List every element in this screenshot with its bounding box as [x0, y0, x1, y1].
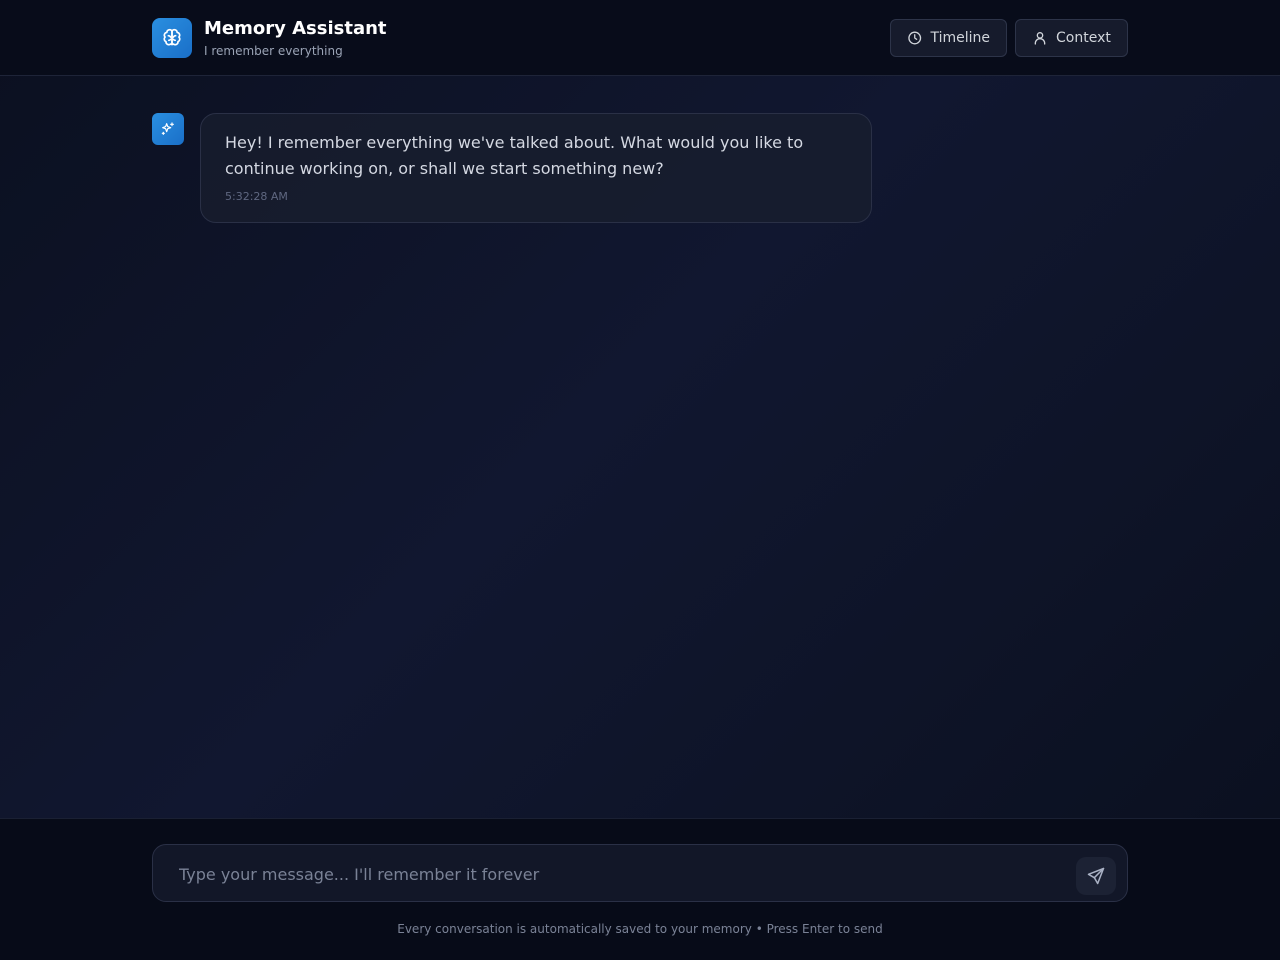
sparkles-icon — [161, 122, 174, 135]
message-input[interactable] — [177, 845, 1061, 903]
context-button-label: Context — [1056, 30, 1111, 46]
app-logo — [152, 18, 192, 58]
app-subtitle: I remember everything — [204, 44, 343, 58]
timeline-button[interactable]: Timeline — [890, 19, 1007, 57]
timeline-button-label: Timeline — [930, 30, 990, 46]
message-composer — [152, 844, 1128, 903]
message-text: Hey! I remember everything we've talked … — [225, 133, 804, 178]
brain-icon — [163, 28, 181, 46]
context-button[interactable]: Context — [1015, 19, 1128, 57]
message-timestamp: 5:32:28 AM — [225, 190, 288, 203]
user-icon — [1034, 32, 1046, 45]
clock-icon — [908, 31, 922, 45]
footer-hint: Every conversation is automatically save… — [397, 922, 883, 936]
assistant-message: Hey! I remember everything we've talked … — [200, 113, 872, 223]
assistant-avatar — [152, 113, 184, 145]
app-header: Memory Assistant I remember everything T… — [0, 0, 1280, 76]
app-title: Memory Assistant — [204, 18, 387, 39]
send-icon — [1087, 867, 1105, 885]
composer-footer: Every conversation is automatically save… — [0, 818, 1280, 960]
send-button[interactable] — [1076, 857, 1116, 895]
